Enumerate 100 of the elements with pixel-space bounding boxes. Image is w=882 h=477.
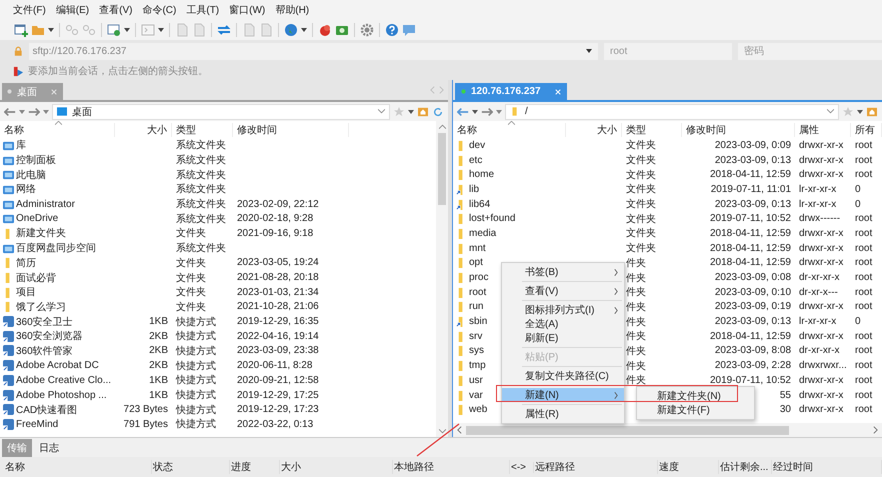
- dropdown-icon[interactable]: [378, 109, 385, 114]
- column-header[interactable]: 名称: [0, 122, 115, 136]
- file-name[interactable]: proc: [469, 272, 488, 284]
- file-name[interactable]: tmp: [469, 360, 486, 372]
- file-name[interactable]: Adobe Acrobat DC: [16, 360, 99, 372]
- camera-icon[interactable]: [335, 23, 349, 37]
- link-icon[interactable]: [82, 23, 96, 37]
- scrollbar-thumb[interactable]: [438, 133, 446, 205]
- file-name[interactable]: root: [469, 286, 486, 298]
- column-header[interactable]: 修改时间: [682, 122, 795, 136]
- new-session-icon[interactable]: [14, 23, 28, 37]
- menu-item[interactable]: 全选(A): [502, 317, 624, 331]
- column-header[interactable]: 估计剩余...: [719, 460, 772, 474]
- file-name[interactable]: OneDrive: [16, 213, 58, 224]
- file-name[interactable]: 网络: [16, 182, 36, 196]
- scroll-down-icon[interactable]: [438, 429, 446, 434]
- file-name[interactable]: lib64: [469, 198, 490, 210]
- close-icon[interactable]: [51, 88, 57, 94]
- path-field[interactable]: 桌面: [52, 104, 390, 120]
- refresh-icon[interactable]: [432, 106, 444, 116]
- caret-icon[interactable]: [124, 28, 130, 32]
- file-name[interactable]: 饿了么学习: [16, 300, 66, 314]
- menu-item[interactable]: 工具(T): [186, 3, 220, 17]
- file-name[interactable]: 360软件管家: [16, 344, 73, 358]
- file-name[interactable]: 面试必背: [16, 270, 56, 285]
- caret-icon[interactable]: [472, 110, 478, 114]
- caret-icon[interactable]: [857, 110, 863, 114]
- file-name[interactable]: Adobe Creative Clo...: [16, 374, 112, 386]
- log-tab[interactable]: 日志: [34, 438, 64, 456]
- file-name[interactable]: 库: [16, 138, 26, 152]
- menu-item[interactable]: 书签(B): [502, 265, 624, 279]
- menu-item[interactable]: 文件(F): [13, 3, 46, 17]
- file-name[interactable]: lib: [469, 184, 480, 195]
- column-header[interactable]: 速度: [658, 460, 719, 474]
- file-name[interactable]: sys: [469, 345, 484, 356]
- column-header[interactable]: <->: [510, 462, 534, 472]
- column-header[interactable]: 属性: [795, 122, 851, 136]
- file-name[interactable]: srv: [469, 330, 482, 342]
- caret-icon[interactable]: [586, 49, 592, 53]
- globe-icon[interactable]: [284, 23, 298, 37]
- column-header[interactable]: 名称: [4, 460, 152, 474]
- column-header[interactable]: 远程路径: [534, 460, 658, 474]
- file-name[interactable]: dev: [469, 140, 486, 151]
- menu-item[interactable]: 帮助(H): [275, 3, 310, 17]
- scroll-right-icon[interactable]: [873, 426, 878, 434]
- menu-item[interactable]: 新建文件夹(N): [637, 389, 754, 403]
- caret-icon[interactable]: [301, 28, 307, 32]
- file-name[interactable]: web: [469, 404, 488, 416]
- caret-icon[interactable]: [48, 28, 54, 32]
- file-name[interactable]: 360安全浏览器: [16, 329, 83, 344]
- scrollbar-thumb[interactable]: [466, 426, 789, 434]
- file-name[interactable]: 简历: [16, 256, 36, 270]
- menu-item[interactable]: 复制文件夹路径(C): [502, 369, 624, 383]
- file-name[interactable]: 百度网盘同步空间: [16, 241, 96, 256]
- window-icon[interactable]: [107, 23, 121, 37]
- menu-item[interactable]: 图标排列方式(I): [502, 303, 624, 317]
- file-name[interactable]: Adobe Photoshop ...: [16, 390, 107, 401]
- column-header[interactable]: 类型: [622, 122, 682, 136]
- menu-item[interactable]: 命令(C): [142, 3, 176, 17]
- menu-item[interactable]: 查看(V): [99, 3, 132, 17]
- file-name[interactable]: 此电脑: [16, 168, 46, 182]
- menu-item[interactable]: 编辑(E): [56, 3, 90, 17]
- path-field[interactable]: /: [505, 104, 839, 120]
- file-name[interactable]: CAD快速看图: [16, 402, 78, 417]
- column-header[interactable]: 经过时间: [772, 460, 882, 474]
- column-header[interactable]: 修改时间: [233, 122, 349, 136]
- column-header[interactable]: 大小: [566, 122, 622, 136]
- dropdown-icon[interactable]: [827, 109, 834, 114]
- column-header[interactable]: 所有: [851, 122, 882, 136]
- settings-icon[interactable]: [360, 23, 374, 37]
- file-name[interactable]: run: [469, 301, 484, 312]
- transfer-icon[interactable]: [217, 23, 231, 37]
- file-name[interactable]: home: [469, 169, 494, 180]
- menu-item[interactable]: 新建(N): [502, 388, 624, 402]
- file-name[interactable]: 新建文件夹: [16, 226, 66, 240]
- menu-item[interactable]: 属性(R): [502, 407, 624, 421]
- caret-icon[interactable]: [408, 110, 414, 114]
- file-name[interactable]: usr: [469, 374, 483, 386]
- column-header[interactable]: 进度: [230, 460, 280, 474]
- link-icon[interactable]: [65, 23, 79, 37]
- file-name[interactable]: 项目: [16, 285, 36, 300]
- column-header[interactable]: 名称: [453, 122, 566, 136]
- menu-item[interactable]: 新建文件(F): [637, 403, 754, 417]
- password-field[interactable]: 密码: [738, 42, 882, 60]
- scroll-left-icon[interactable]: [457, 426, 462, 434]
- file-name[interactable]: sbin: [469, 316, 488, 328]
- forward-icon[interactable]: [481, 106, 493, 116]
- file-name[interactable]: mnt: [469, 242, 486, 254]
- help-icon[interactable]: [385, 23, 399, 37]
- menu-item[interactable]: 查看(V): [502, 284, 624, 298]
- bookmark-arrow-icon[interactable]: [13, 66, 24, 76]
- file-name[interactable]: 控制面板: [16, 153, 56, 168]
- file-name[interactable]: lost+found: [469, 213, 516, 224]
- chat-icon[interactable]: [402, 23, 416, 37]
- star-icon[interactable]: [842, 106, 854, 116]
- back-icon[interactable]: [4, 106, 16, 116]
- column-header[interactable]: 大小: [115, 122, 172, 136]
- file-name[interactable]: opt: [469, 257, 483, 268]
- star-icon[interactable]: [393, 106, 405, 116]
- forward-icon[interactable]: [28, 106, 40, 116]
